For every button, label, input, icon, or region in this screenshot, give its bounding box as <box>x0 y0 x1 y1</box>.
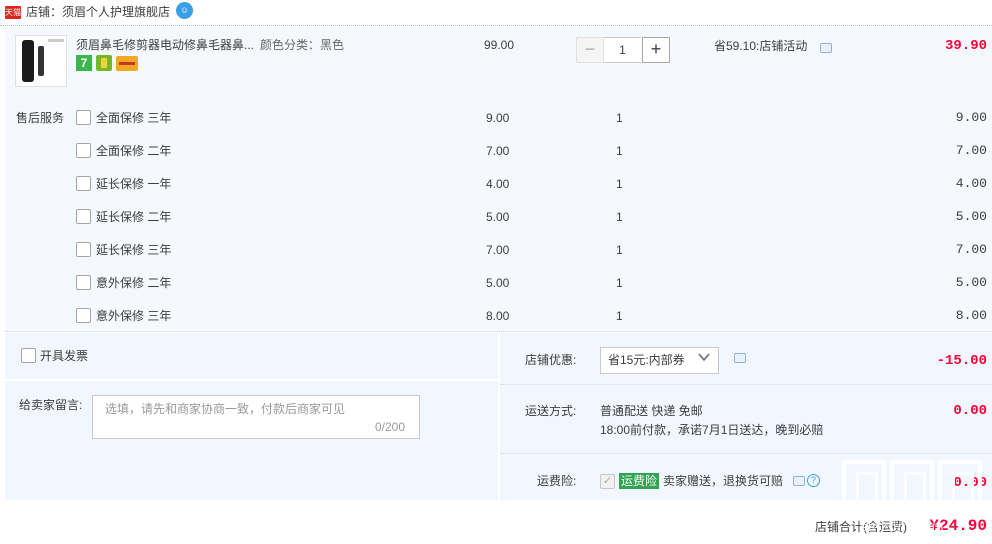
quantity-decrease-button[interactable]: − <box>576 37 604 63</box>
shipping-note: 18:00前付款，承诺7月1日送达，晚到必赔 <box>600 423 824 437</box>
service-qty: 1 <box>616 177 623 191</box>
shop-name-link[interactable]: 店铺：须眉个人护理旗舰店 <box>26 4 170 20</box>
product-sku: 颜色分类：黑色 <box>260 38 345 52</box>
service-total: 7.00 <box>955 242 987 257</box>
message-label: 给卖家留言: <box>19 398 83 412</box>
service-price: 8.00 <box>486 309 510 323</box>
promo-comment-icon[interactable] <box>820 43 832 53</box>
coupon-selected-value[interactable]: 省15元:内部券 <box>608 352 685 368</box>
service-total: 4.00 <box>955 176 987 191</box>
service-total: 8.00 <box>955 308 987 323</box>
message-char-count: 0/200 <box>375 420 406 434</box>
shipping-label: 运送方式: <box>525 404 577 418</box>
service-qty: 1 <box>616 243 623 257</box>
shipping-method: 普通配送 快递 免邮 <box>600 404 703 418</box>
divider <box>500 453 992 454</box>
service-total: 5.00 <box>955 209 987 224</box>
service-qty: 1 <box>616 210 623 224</box>
service-label: 全面保修 三年 <box>96 111 172 125</box>
service-row: 意外保修 二年 5.00 1 5.00 <box>0 273 992 306</box>
service-price: 9.00 <box>486 111 510 125</box>
item-subtotal: 39.90 <box>944 38 987 54</box>
service-checkbox[interactable] <box>76 176 91 191</box>
service-label: 意外保修 二年 <box>96 276 172 290</box>
watermark-logo: smzdm.com <box>840 460 990 544</box>
service-checkbox[interactable] <box>76 242 91 257</box>
service-price: 7.00 <box>486 243 510 257</box>
service-qty: 1 <box>616 111 623 125</box>
service-checkbox[interactable] <box>76 209 91 224</box>
tmall-logo-icon: 天猫 <box>5 6 21 19</box>
service-qty: 1 <box>616 144 623 158</box>
message-placeholder: 选填，请先和商家协商一致，付款后商家可见 <box>105 402 346 416</box>
service-price: 5.00 <box>486 276 510 290</box>
quantity-input[interactable]: 1 <box>604 37 641 63</box>
service-checkbox[interactable] <box>76 275 91 290</box>
seven-day-return-icon: 7 <box>76 55 92 71</box>
invoice-checkbox[interactable] <box>21 348 36 363</box>
service-label: 全面保修 二年 <box>96 144 172 158</box>
service-label: 意外保修 三年 <box>96 309 172 323</box>
coupon-comment-icon[interactable] <box>734 353 746 363</box>
power-plug-icon <box>96 55 112 71</box>
help-icon[interactable]: ? <box>807 474 820 487</box>
service-price: 4.00 <box>486 177 510 191</box>
service-qty: 1 <box>616 309 623 323</box>
unit-price: 99.00 <box>484 38 515 52</box>
service-total: 7.00 <box>955 143 987 158</box>
product-thumbnail[interactable] <box>15 35 67 87</box>
service-total: 9.00 <box>955 110 987 125</box>
service-checkbox[interactable] <box>76 308 91 323</box>
credit-card-icon <box>116 56 138 71</box>
chat-bubble-icon[interactable]: ☺ <box>176 2 193 19</box>
service-qty: 1 <box>616 276 623 290</box>
quantity-increase-button[interactable]: + <box>642 37 670 63</box>
divider <box>500 384 992 385</box>
product-title-link[interactable]: 须眉鼻毛修剪器电动修鼻毛器鼻... <box>76 37 256 53</box>
insurance-label: 运费险: <box>537 474 577 488</box>
service-checkbox[interactable] <box>76 143 91 158</box>
service-total: 5.00 <box>955 275 987 290</box>
service-row: 延长保修 三年 7.00 1 7.00 <box>0 240 992 273</box>
chevron-down-icon[interactable] <box>697 350 711 364</box>
insurance-checkbox: ✓ <box>600 474 615 489</box>
shipping-amount: 0.00 <box>953 403 987 419</box>
invoice-label[interactable]: 开具发票 <box>40 348 88 364</box>
service-label: 延长保修 一年 <box>96 177 172 191</box>
insurance-comment-icon[interactable] <box>793 476 805 486</box>
insurance-tag: 运费险 <box>619 473 660 489</box>
service-checkbox[interactable] <box>76 110 91 125</box>
promo-text: 省59.10:店铺活动 <box>714 39 808 53</box>
service-row: 延长保修 二年 5.00 1 5.00 <box>0 207 992 240</box>
insurance-description: 卖家赠送，退换货可赔 <box>663 474 784 488</box>
service-row: 延长保修 一年 4.00 1 4.00 <box>0 174 992 207</box>
coupon-amount: -15.00 <box>936 353 987 369</box>
watermark-url: smzdm.com <box>860 518 945 534</box>
service-label: 延长保修 二年 <box>96 210 172 224</box>
service-row: 全面保修 二年 7.00 1 7.00 <box>0 141 992 174</box>
service-label: 延长保修 三年 <box>96 243 172 257</box>
service-price: 7.00 <box>486 144 510 158</box>
service-row: 全面保修 三年 9.00 1 9.00 <box>0 108 992 141</box>
coupon-label: 店铺优惠: <box>525 353 577 367</box>
service-price: 5.00 <box>486 210 510 224</box>
